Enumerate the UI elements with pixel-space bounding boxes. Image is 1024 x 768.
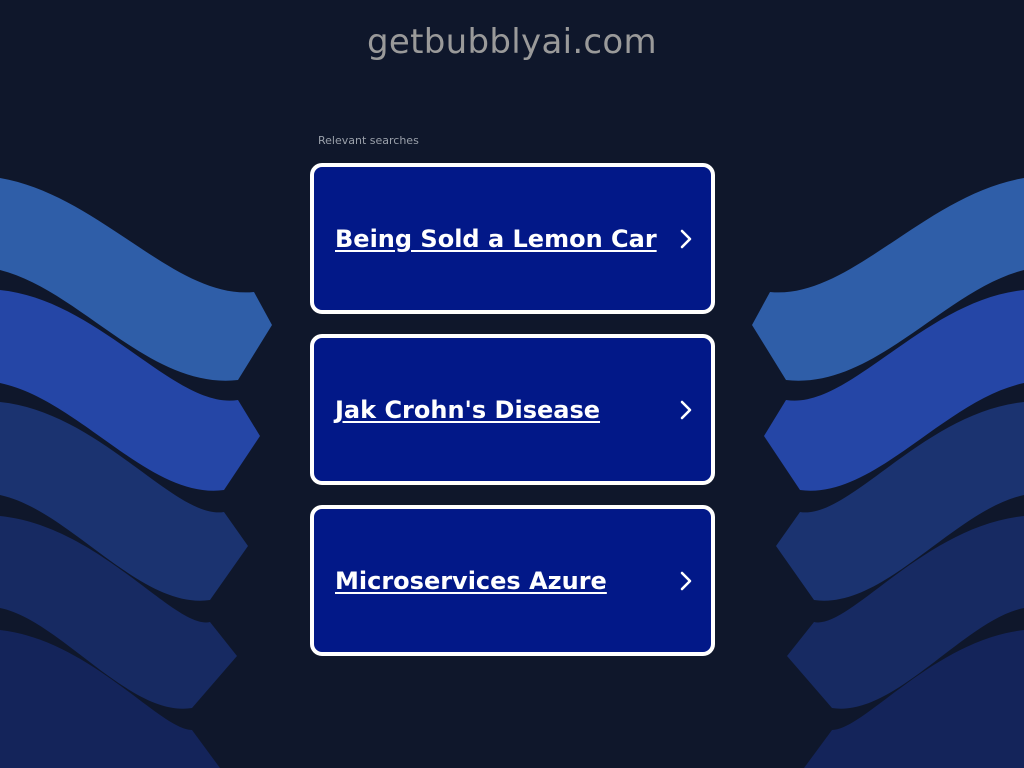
search-result-label[interactable]: Jak Crohn's Disease	[335, 396, 600, 424]
search-result-label[interactable]: Being Sold a Lemon Car	[335, 225, 657, 253]
domain-title: getbubblyai.com	[367, 22, 657, 62]
parked-domain-page: getbubblyai.com Relevant searches Being …	[0, 0, 1024, 768]
search-result-link-1[interactable]: Being Sold a Lemon Car	[310, 163, 715, 314]
left-waves	[0, 178, 272, 768]
search-result-link-2[interactable]: Jak Crohn's Disease	[310, 334, 715, 485]
right-waves	[752, 178, 1024, 768]
relevant-searches-list: Being Sold a Lemon Car Jak Crohn's Disea…	[310, 163, 715, 676]
chevron-right-icon	[680, 229, 692, 248]
chevron-right-icon	[680, 571, 692, 590]
chevron-right-icon	[680, 400, 692, 419]
search-result-label[interactable]: Microservices Azure	[335, 567, 607, 595]
search-result-link-3[interactable]: Microservices Azure	[310, 505, 715, 656]
relevant-searches-heading: Relevant searches	[318, 134, 419, 147]
